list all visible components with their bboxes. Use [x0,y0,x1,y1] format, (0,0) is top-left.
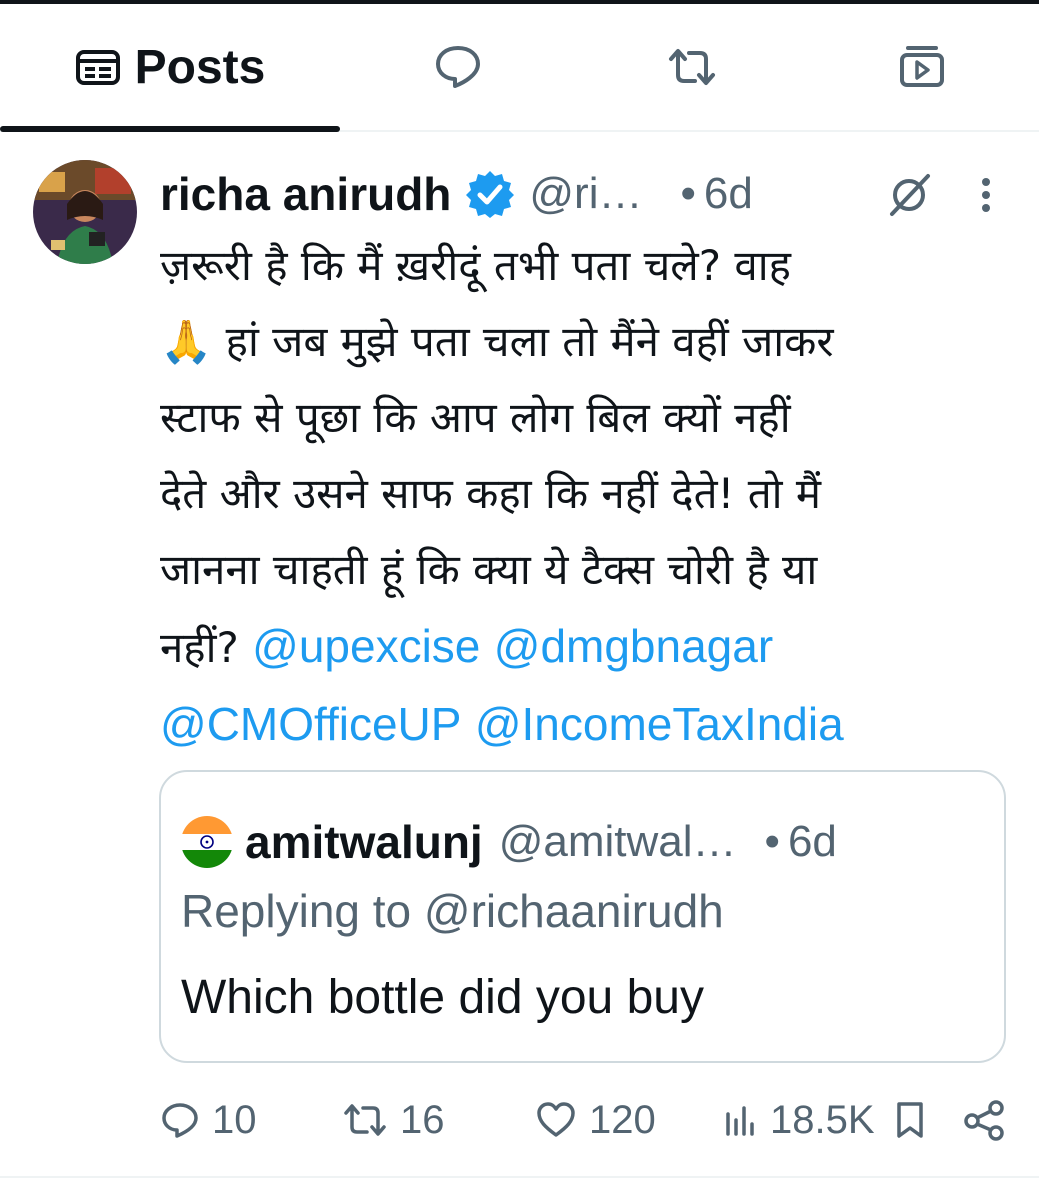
tab-replies[interactable] [400,4,515,130]
header-separator: • [680,169,696,218]
post-text-line: देते और उसने साफ कहा कि नहीं देते! तो मै… [160,469,821,518]
reply-bubble-icon [435,46,480,88]
quoted-post-timestamp[interactable]: 6d [788,817,837,867]
heart-icon [537,1102,575,1137]
author-display-name[interactable]: richa anirudh [160,167,451,221]
mention-link-dmgbnagar[interactable]: @dmgbnagar [494,620,773,672]
tab-posts[interactable]: Posts [0,4,340,132]
mention-link-cmofficeup[interactable]: @CMOfficeUP [160,698,461,750]
views-count: 18.5K [770,1097,875,1142]
repost-count: 16 [400,1097,445,1142]
post-text-line: @CMOfficeUP @IncomeTaxIndia [160,686,1010,764]
post-header: richa anirudh @ri… • 6d [160,164,753,224]
tab-media[interactable] [864,4,979,130]
mention-link-incometaxindia[interactable]: @IncomeTaxIndia [475,698,844,750]
quoted-post-text: Which bottle did you buy [181,971,704,1024]
quoted-author-avatar[interactable] [181,816,233,868]
bookmark-button[interactable] [893,1090,927,1150]
post-text-line: नहीं? @upexcise @dmgbnagar [160,608,1010,686]
post-text: ज़रूरी है कि मैं ख़रीदूं तभी पता चले? वा… [160,228,1010,764]
quoted-post-header: amitwalunj @amitwal… • 6d [181,812,837,872]
repost-icon [344,1104,386,1136]
replying-to-label: Replying to @richaanirudh [181,885,724,937]
india-flag-avatar-image [181,816,233,868]
profile-tab-bar: Posts [0,4,1039,132]
more-options-icon[interactable] [972,174,1000,216]
post-timestamp[interactable]: 6d [704,169,753,219]
post-text-fragment: नहीं? [160,623,253,672]
post-text-line: जानना चाहती हूं कि क्या ये टैक्स चोरी है… [160,545,818,594]
active-tab-indicator [0,126,340,132]
quoted-author-handle[interactable]: @amitwal… [499,817,737,867]
author-handle[interactable]: @ri… [529,169,642,219]
bookmark-icon [897,1102,923,1138]
like-count: 120 [589,1097,656,1142]
tab-posts-label: Posts [134,40,266,94]
posts-list-icon [75,50,120,85]
views-bar-chart-icon [726,1106,754,1136]
post-action-bar: 10 16 120 18.5K [0,1090,1039,1150]
post-divider [0,1176,1039,1178]
grok-icon[interactable] [884,172,934,218]
repost-button[interactable]: 16 [342,1090,445,1150]
share-icon [964,1100,1004,1141]
views-button[interactable]: 18.5K [722,1090,875,1150]
quoted-header-separator: • [764,817,780,866]
reply-icon [162,1103,198,1138]
post-text-line: ज़रूरी है कि मैं ख़रीदूं तभी पता चले? वा… [160,241,791,290]
tab-reposts[interactable] [634,4,749,130]
quoted-author-display-name[interactable]: amitwalunj [245,815,483,869]
mention-link-upexcise[interactable]: @upexcise [252,620,480,672]
share-button[interactable] [962,1090,1006,1150]
video-icon [899,46,944,87]
repost-icon [668,49,715,85]
like-button[interactable]: 120 [535,1090,656,1150]
post-text-line: 🙏 हां जब मुझे पता चला तो मैंने वहीं जाकर [160,317,834,366]
reply-count: 10 [212,1097,257,1142]
author-avatar[interactable] [33,160,137,264]
verified-badge-icon[interactable] [465,169,515,219]
quoted-post-card[interactable]: amitwalunj @amitwal… • 6d Replying to @r… [159,770,1006,1063]
post-text-line: स्टाफ से पूछा कि आप लोग बिल क्यों नहीं [160,393,791,442]
avatar-image [33,160,137,264]
reply-button[interactable]: 10 [160,1090,257,1150]
